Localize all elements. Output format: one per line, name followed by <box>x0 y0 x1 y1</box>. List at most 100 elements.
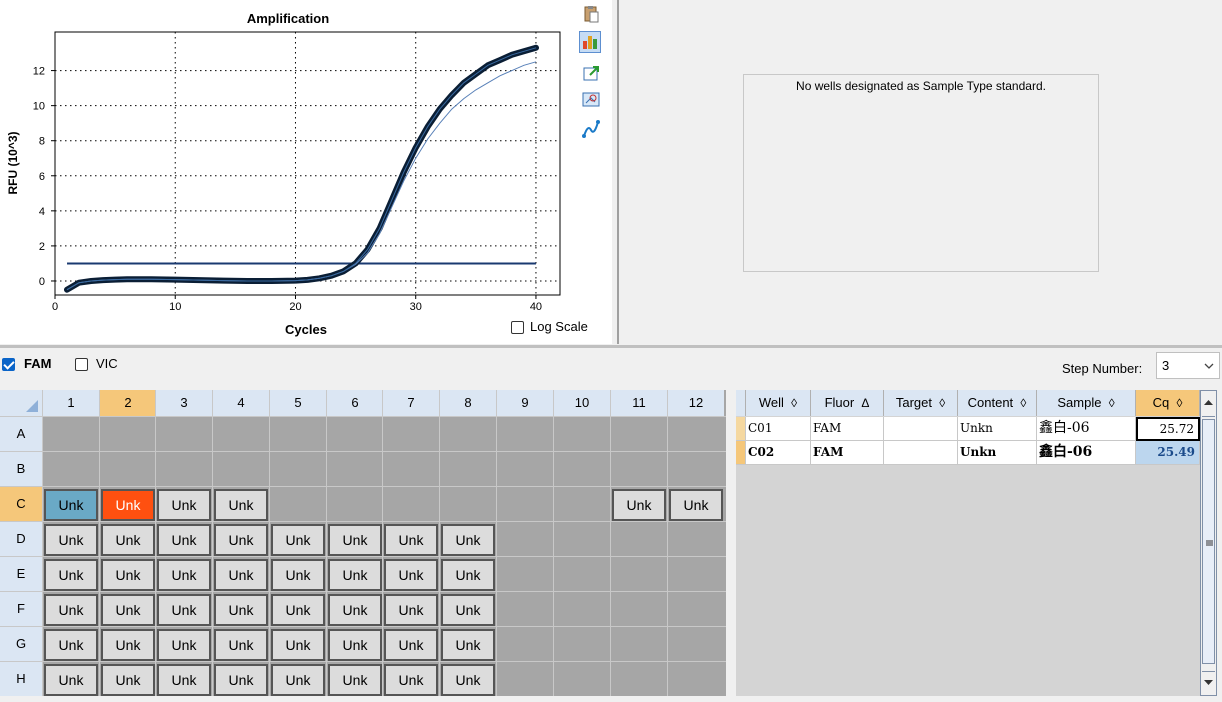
plate-well-C6[interactable] <box>327 487 383 521</box>
column-header-content[interactable]: Content ◊ <box>958 390 1037 416</box>
plate-well-C11[interactable]: Unk <box>612 489 666 521</box>
plate-well-E11[interactable] <box>611 557 667 591</box>
plate-well-F8[interactable]: Unk <box>441 594 495 626</box>
plate-well-E9[interactable] <box>497 557 553 591</box>
plate-well-A8[interactable] <box>440 417 496 451</box>
plate-well-C12[interactable]: Unk <box>669 489 723 521</box>
plate-corner[interactable] <box>0 390 42 416</box>
plate-well-H4[interactable]: Unk <box>214 664 268 696</box>
plate-well-B4[interactable] <box>213 452 269 486</box>
export-icon[interactable] <box>582 64 600 82</box>
row-selector[interactable] <box>736 441 746 465</box>
column-header-sample[interactable]: Sample ◊ <box>1037 390 1136 416</box>
plate-column-header[interactable]: 12 <box>668 390 724 416</box>
plate-well-F4[interactable]: Unk <box>214 594 268 626</box>
plate-well-G2[interactable]: Unk <box>101 629 155 661</box>
plate-well-D5[interactable]: Unk <box>271 524 325 556</box>
cell-sample[interactable]: 鑫白-06 <box>1037 417 1136 441</box>
plate-well-D12[interactable] <box>668 522 724 556</box>
plate-row-header[interactable]: C <box>0 487 42 521</box>
plate-well-E6[interactable]: Unk <box>328 559 382 591</box>
plate-well-A5[interactable] <box>270 417 326 451</box>
plate-well-B3[interactable] <box>156 452 212 486</box>
zoom-icon[interactable] <box>582 91 600 109</box>
scroll-up-icon[interactable] <box>1202 392 1215 417</box>
plate-well-C5[interactable] <box>270 487 326 521</box>
plate-well-E12[interactable] <box>668 557 724 591</box>
plate-well-A7[interactable] <box>383 417 439 451</box>
cell-fluor[interactable]: FAM <box>811 441 884 465</box>
plate-well-A1[interactable] <box>43 417 99 451</box>
plate-well-D7[interactable]: Unk <box>384 524 438 556</box>
plate-well-C10[interactable] <box>554 487 610 521</box>
plate-row-header[interactable]: D <box>0 522 42 556</box>
plate-well-A2[interactable] <box>100 417 156 451</box>
sort-icon[interactable]: ◊ <box>791 396 797 410</box>
scroll-thumb[interactable] <box>1202 419 1215 664</box>
plate-row-header[interactable]: B <box>0 452 42 486</box>
plate-column-header[interactable]: 10 <box>554 390 610 416</box>
plate-column-header[interactable]: 6 <box>327 390 383 416</box>
plate-well-H7[interactable]: Unk <box>384 664 438 696</box>
log-scale-checkbox[interactable] <box>511 321 524 334</box>
sort-icon[interactable]: ◊ <box>1176 396 1182 410</box>
cell-content[interactable]: Unkn <box>958 417 1037 441</box>
plate-well-F11[interactable] <box>611 592 667 626</box>
plate-column-header[interactable]: 2 <box>100 390 156 416</box>
plate-well-D3[interactable]: Unk <box>157 524 211 556</box>
curve-icon[interactable] <box>582 120 600 138</box>
plate-well-C8[interactable] <box>440 487 496 521</box>
cell-well[interactable]: C01 <box>746 417 811 441</box>
plate-well-D10[interactable] <box>554 522 610 556</box>
plate-well-G6[interactable]: Unk <box>328 629 382 661</box>
cell-sample[interactable]: 鑫白-06 <box>1037 441 1136 465</box>
plate-well-C2[interactable]: Unk <box>101 489 155 521</box>
plate-column-header[interactable]: 8 <box>440 390 496 416</box>
plate-well-A4[interactable] <box>213 417 269 451</box>
plate-column-header[interactable]: 5 <box>270 390 326 416</box>
plate-well-G5[interactable]: Unk <box>271 629 325 661</box>
plate-row-header[interactable]: F <box>0 592 42 626</box>
table-scrollbar[interactable] <box>1200 390 1217 696</box>
plate-well-G4[interactable]: Unk <box>214 629 268 661</box>
plate-well-F1[interactable]: Unk <box>44 594 98 626</box>
plate-column-header[interactable]: 1 <box>43 390 99 416</box>
plate-well-A9[interactable] <box>497 417 553 451</box>
plate-well-E10[interactable] <box>554 557 610 591</box>
plate-well-F9[interactable] <box>497 592 553 626</box>
cell-target[interactable] <box>884 417 958 441</box>
plate-well-C1[interactable]: Unk <box>44 489 98 521</box>
plate-well-B7[interactable] <box>383 452 439 486</box>
plate-well-H11[interactable] <box>611 662 667 696</box>
plate-well-E5[interactable]: Unk <box>271 559 325 591</box>
plate-well-B9[interactable] <box>497 452 553 486</box>
plate-well-G1[interactable]: Unk <box>44 629 98 661</box>
plate-well-G8[interactable]: Unk <box>441 629 495 661</box>
plate-well-C9[interactable] <box>497 487 553 521</box>
plate-well-F2[interactable]: Unk <box>101 594 155 626</box>
cell-well[interactable]: C02 <box>746 441 811 465</box>
fam-checkbox[interactable] <box>2 358 15 371</box>
plate-well-B11[interactable] <box>611 452 667 486</box>
plate-well-H9[interactable] <box>497 662 553 696</box>
clipboard-icon[interactable] <box>582 5 600 23</box>
plate-well-C7[interactable] <box>383 487 439 521</box>
plate-well-D6[interactable]: Unk <box>328 524 382 556</box>
plate-well-B8[interactable] <box>440 452 496 486</box>
plate-well-H1[interactable]: Unk <box>44 664 98 696</box>
plate-well-H5[interactable]: Unk <box>271 664 325 696</box>
plate-well-G11[interactable] <box>611 627 667 661</box>
plate-well-B12[interactable] <box>668 452 724 486</box>
plate-well-A11[interactable] <box>611 417 667 451</box>
plate-well-F12[interactable] <box>668 592 724 626</box>
plate-well-E2[interactable]: Unk <box>101 559 155 591</box>
plate-well-G9[interactable] <box>497 627 553 661</box>
plate-well-E7[interactable]: Unk <box>384 559 438 591</box>
plate-row-header[interactable]: A <box>0 417 42 451</box>
plate-well-B6[interactable] <box>327 452 383 486</box>
plate-well-G10[interactable] <box>554 627 610 661</box>
plate-well-H6[interactable]: Unk <box>328 664 382 696</box>
scroll-down-icon[interactable] <box>1202 671 1215 694</box>
plate-well-E8[interactable]: Unk <box>441 559 495 591</box>
column-header-well[interactable]: Well ◊ <box>746 390 811 416</box>
